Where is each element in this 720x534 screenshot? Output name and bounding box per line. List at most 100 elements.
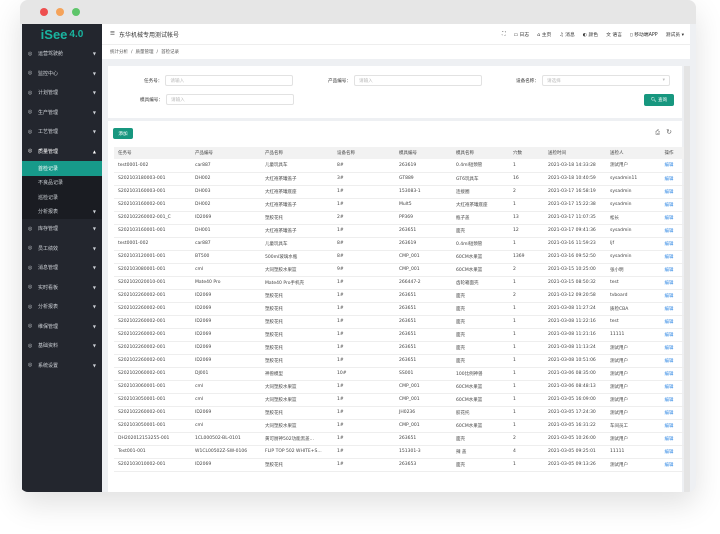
sidebar-item[interactable]: ◎ 运营驾驶舱 ▼ <box>22 44 102 64</box>
header-mobile[interactable]: ▯ 移动端APP <box>630 31 658 38</box>
sidebar-item[interactable]: ◎ 生产管理 ▼ <box>22 103 102 123</box>
edit-link[interactable]: 编辑 <box>654 224 684 238</box>
column-header[interactable]: 送检时间 <box>544 147 606 159</box>
header-home[interactable]: ⌂ 主页 <box>537 31 551 38</box>
table-cell: 1# <box>333 393 395 407</box>
table-cell: DH002 <box>191 172 261 186</box>
table-cell: 大红袍茶罐盖子 <box>261 224 333 238</box>
sidebar-item[interactable]: ◎ 分析报表 ▼ <box>22 297 102 317</box>
edit-link[interactable]: 编辑 <box>654 354 684 368</box>
add-button[interactable]: 添加 <box>113 128 133 139</box>
table-cell: 1 <box>509 198 544 212</box>
edit-link[interactable]: 编辑 <box>654 289 684 303</box>
sidebar-item[interactable]: ◎ 工艺管理 ▼ <box>22 122 102 142</box>
sidebar-item[interactable]: ◎ 实时看板 ▼ <box>22 278 102 298</box>
edit-link[interactable]: 编辑 <box>654 393 684 407</box>
edit-link[interactable]: 编辑 <box>654 237 684 251</box>
column-header[interactable]: 模具名称 <box>452 147 509 159</box>
sidebar-item[interactable]: ◎ 监控中心 ▼ <box>22 64 102 84</box>
table-panel: 添加 ⎙ ↻ 任务号 产品编号 产品名称 设备名称 模具编号 模具名称 穴数 送检时间 送检人操… <box>108 121 684 492</box>
table-cell: 面壳 <box>452 341 509 355</box>
caret-down-icon: ▼ <box>92 109 96 115</box>
edit-link[interactable]: 编辑 <box>654 406 684 420</box>
column-header[interactable]: 任务号 <box>114 147 191 159</box>
sidebar-item[interactable]: ◎ 维保管理 ▼ <box>22 317 102 337</box>
table-cell: SS001 <box>395 367 452 381</box>
logo: iSee 4.0 <box>22 24 102 44</box>
search-button[interactable]: 🔍︎ 查询 <box>644 94 674 106</box>
table-cell: 263651 <box>395 224 452 238</box>
table-cell: 263653 <box>395 458 452 472</box>
table-cell: 2021-03-06 08:48:13 <box>544 380 606 394</box>
edit-link[interactable]: 编辑 <box>654 432 684 446</box>
edit-link[interactable]: 编辑 <box>654 263 684 277</box>
device-select[interactable]: 请选择 ▾ <box>541 75 670 86</box>
refresh-icon[interactable]: ↻ <box>666 128 672 136</box>
submenu-item[interactable]: 首检记录 <box>22 161 102 176</box>
edit-link[interactable]: 编辑 <box>654 211 684 225</box>
sidebar-item[interactable]: ◎ 计划管理 ▼ <box>22 83 102 103</box>
submenu-item[interactable]: 巡检记录 <box>22 190 102 205</box>
user-menu[interactable]: 测试员 ▾ <box>666 31 684 38</box>
edit-link[interactable]: 编辑 <box>654 185 684 199</box>
submenu-item[interactable]: 分析报表 ▼ <box>22 205 102 220</box>
table-cell: CMP_001 <box>395 393 452 407</box>
column-header[interactable]: 设备名称 <box>333 147 395 159</box>
table-cell: DH002 <box>191 198 261 212</box>
column-header[interactable]: 模具编号 <box>395 147 452 159</box>
task-input[interactable]: 请输入 <box>165 75 294 86</box>
table-cell: 1# <box>333 276 395 290</box>
table-cell: 263651 <box>395 341 452 355</box>
table-cell: 153083-1 <box>395 185 452 199</box>
column-header[interactable]: 产品编号 <box>191 147 261 159</box>
table-cell: 1# <box>333 432 395 446</box>
mold-input[interactable]: 请输入 <box>165 94 294 105</box>
sidebar-item[interactable]: ◎ 员工绩效 ▼ <box>22 239 102 259</box>
edit-link[interactable]: 编辑 <box>654 367 684 381</box>
table-cell: 1 <box>509 419 544 433</box>
breadcrumb-item[interactable]: 统计分析 <box>110 49 128 55</box>
scrollbar[interactable] <box>684 66 690 492</box>
product-input[interactable]: 请输入 <box>353 75 482 86</box>
edit-link[interactable]: 编辑 <box>654 328 684 342</box>
print-icon[interactable]: ⎙ <box>655 129 660 137</box>
close-dot[interactable] <box>40 8 48 16</box>
table-cell: 1 <box>509 159 544 173</box>
edit-link[interactable]: 编辑 <box>654 380 684 394</box>
header-translate[interactable]: 文 语言 <box>606 31 622 38</box>
sidebar-item[interactable]: ◎ 消息管理 ▼ <box>22 258 102 278</box>
table-cell: 100比例神兽 <box>452 367 509 381</box>
edit-link[interactable]: 编辑 <box>654 341 684 355</box>
fullscreen-icon[interactable]: ⛶ <box>502 31 505 38</box>
edit-link[interactable]: 编辑 <box>654 315 684 329</box>
column-header[interactable]: 送检人 <box>606 147 654 159</box>
table-cell: 塑胶花托 <box>261 302 333 316</box>
sidebar-item[interactable]: ◎ 系统设置 ▼ <box>22 356 102 376</box>
header-bell[interactable]: ♫ 消息 <box>559 31 574 38</box>
edit-link[interactable]: 编辑 <box>654 419 684 433</box>
edit-link[interactable]: 编辑 <box>654 159 684 173</box>
minimize-dot[interactable] <box>56 8 64 16</box>
sidebar-item[interactable]: ◎ 基础资料 ▼ <box>22 336 102 356</box>
header-contrast[interactable]: ◐ 颜色 <box>583 31 598 38</box>
edit-link[interactable]: 编辑 <box>654 172 684 186</box>
edit-link[interactable]: 编辑 <box>654 302 684 316</box>
edit-link[interactable]: 编辑 <box>654 276 684 290</box>
column-header[interactable]: 产品名称 <box>261 147 333 159</box>
table-cell: 大红袍茶罐底座 <box>452 198 509 212</box>
edit-link[interactable]: 编辑 <box>654 250 684 264</box>
sidebar-item[interactable]: ◎ 质量管理 ▲ <box>22 142 102 162</box>
edit-link[interactable]: 编辑 <box>654 445 684 459</box>
column-header[interactable]: 穴数 <box>509 147 544 159</box>
breadcrumb-item[interactable]: 质量管理 <box>136 49 154 55</box>
edit-link[interactable]: 编辑 <box>654 198 684 212</box>
column-header[interactable]: 操作 <box>654 147 684 159</box>
sidebar-item[interactable]: ◎ 库存管理 ▼ <box>22 219 102 239</box>
edit-link[interactable]: 编辑 <box>654 458 684 472</box>
header-calendar[interactable]: ▭ 日志 <box>513 31 529 38</box>
submenu-item[interactable]: 不良品记录 <box>22 176 102 191</box>
menu-toggle-icon[interactable]: ☰ <box>110 31 115 37</box>
table-cell: 263651 <box>395 302 452 316</box>
table-cell: 测试用户 <box>606 393 654 407</box>
maximize-dot[interactable] <box>72 8 80 16</box>
